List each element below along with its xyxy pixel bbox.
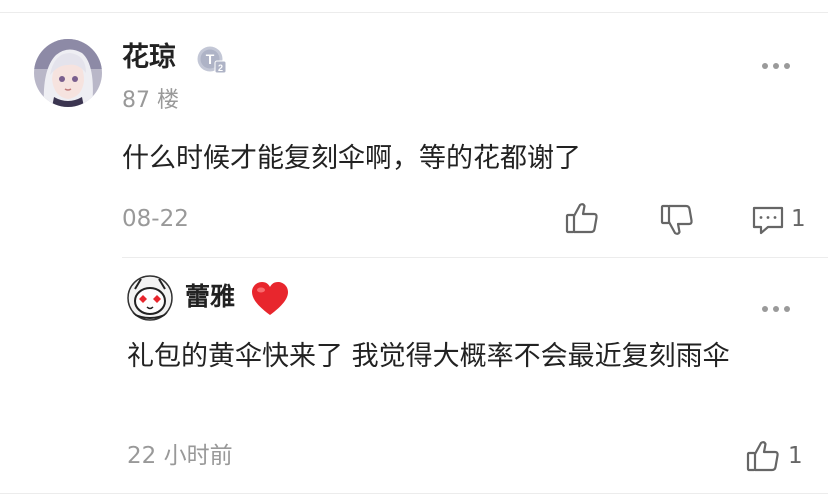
top-divider: [0, 12, 828, 13]
floor-number: 87 楼: [122, 88, 179, 113]
username[interactable]: 花琼: [122, 40, 176, 76]
bottom-divider: [0, 493, 828, 494]
thumbs-down-icon[interactable]: [659, 203, 695, 237]
level-badge-number: 2: [218, 63, 223, 73]
reply-text: 礼包的黄伞快来了 我觉得大概率不会最近复刻雨伞: [127, 341, 730, 372]
reply-like-count: 1: [788, 443, 803, 469]
heart-icon: [250, 281, 290, 317]
reply-more-options-icon[interactable]: [760, 304, 792, 314]
comment-text: 什么时候才能复刻伞啊，等的花都谢了: [122, 143, 581, 174]
reply-avatar[interactable]: [127, 275, 173, 321]
level-badge-icon: T 2: [196, 45, 228, 75]
reply-thumbs-up-icon[interactable]: [745, 439, 781, 473]
reply-username[interactable]: 蕾雅: [185, 279, 235, 315]
more-options-icon[interactable]: [760, 61, 792, 71]
comment-date: 08-22: [122, 206, 189, 232]
user-avatar[interactable]: [34, 39, 102, 107]
reply-divider: [122, 257, 828, 258]
reply-time: 22 小时前: [127, 443, 233, 469]
reply-count: 1: [791, 206, 806, 232]
level-badge-letter: T: [206, 51, 215, 67]
thumbs-up-icon[interactable]: [564, 201, 600, 235]
comment-icon[interactable]: [751, 204, 785, 236]
